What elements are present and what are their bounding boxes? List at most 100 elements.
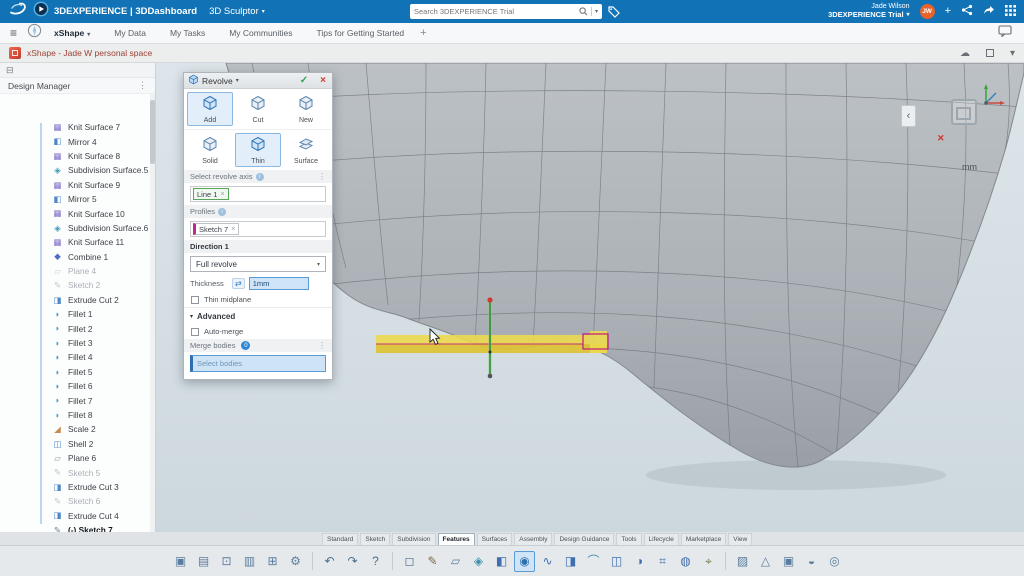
panel-scrollbar[interactable] [150,94,155,532]
revolve-tool-icon[interactable]: ◉ [514,551,535,572]
revolve-type-add-button[interactable]: Add [187,92,233,126]
profiles-selection-field[interactable]: Sketch 7× [190,221,326,237]
shell-tool-icon[interactable]: ◫ [606,551,627,572]
tree-item-knit-surface-8[interactable]: ▦Knit Surface 8 [0,149,149,163]
tree-item-fillet-6[interactable]: ◗Fillet 6 [0,379,149,393]
tree-item-fillet-1[interactable]: ◗Fillet 1 [0,307,149,321]
3ds-logo-icon[interactable] [8,1,30,22]
section-tool-icon[interactable]: ▨ [732,551,753,572]
bottom-tab-lifecycle[interactable]: Lifecycle [644,533,679,545]
auto-merge-checkbox[interactable] [191,328,199,336]
plane-tool-icon[interactable]: ▱ [445,551,466,572]
scrollbar-thumb[interactable] [150,100,155,164]
tree-item-fillet-5[interactable]: ◗Fillet 5 [0,365,149,379]
tree-item-plane-6[interactable]: ▱Plane 6 [0,451,149,465]
axis-endpoint-top[interactable] [487,297,492,302]
camera-tool-icon[interactable]: ▣ [778,551,799,572]
redo-icon[interactable]: ↷ [342,551,363,572]
bottom-tab-assembly[interactable]: Assembly [514,533,552,545]
sketch-tool-icon[interactable]: ✎ [422,551,443,572]
app-title[interactable]: 3D Sculptor▾ [209,6,265,17]
thin-midplane-checkbox[interactable] [191,296,199,304]
confirm-button[interactable]: ✓ [300,75,308,86]
tree-toggle-icon[interactable]: ⊟ [6,65,14,76]
search-bar[interactable]: ▾ [410,4,602,19]
axes-triad-icon[interactable] [978,81,1008,116]
collapse-icon[interactable]: ▾ [1010,48,1015,59]
tree-item-sketch-6[interactable]: ✎Sketch 6 [0,494,149,508]
cloud-sync-icon[interactable]: ☁ [960,48,970,59]
search-input[interactable] [414,7,579,16]
tree-item-shell-2[interactable]: ◫Shell 2 [0,437,149,451]
tree-item-subdivision-surface-6[interactable]: ◈Subdivision Surface.6 [0,221,149,235]
tag-icon[interactable] [608,5,620,23]
tree-item-knit-surface-7[interactable]: ▦Knit Surface 7 [0,120,149,134]
tree-item-fillet-2[interactable]: ◗Fillet 2 [0,321,149,335]
tree-item-sketch-7[interactable]: ✎(-) Sketch 7 [0,523,149,532]
tree-item-fillet-3[interactable]: ◗Fillet 3 [0,336,149,350]
axis-chip[interactable]: Line 1× [193,188,229,200]
compass-play-icon[interactable] [33,1,49,22]
tree-item-knit-surface-11[interactable]: ▦Knit Surface 11 [0,235,149,249]
tree-item-extrude-cut-2[interactable]: ◨Extrude Cut 2 [0,293,149,307]
tree-item-extrude-cut-3[interactable]: ◨Extrude Cut 3 [0,480,149,494]
user-info[interactable]: Jade Wilson 3DEXPERIENCE Trial▾ [828,3,909,20]
display-tool-icon[interactable]: △ [755,551,776,572]
combine-tool-icon[interactable]: ◍ [675,551,696,572]
remove-chip-icon[interactable]: × [231,226,235,233]
revolve-mode-thin-button[interactable]: Thin [235,133,281,167]
revolve-mode-surface-button[interactable]: Surface [283,133,329,167]
sweep-tool-icon[interactable]: ∿ [537,551,558,572]
help-icon[interactable]: ? [365,551,386,572]
compass-icon[interactable] [27,23,42,43]
extrude-tool-icon[interactable]: ◧ [491,551,512,572]
info-icon[interactable]: i [256,173,264,181]
tree-item-mirror-5[interactable]: ◧Mirror 5 [0,192,149,206]
mirror-tool-icon[interactable]: ◑ [629,551,650,572]
view-settings-icon[interactable]: ◎ [824,551,845,572]
bottom-tab-features[interactable]: Features [438,533,475,545]
axis-selection-field[interactable]: Line 1× [190,186,326,202]
dialog-titlebar[interactable]: Revolve ▾ ✓ × [184,73,332,89]
tree-item-fillet-7[interactable]: ◗Fillet 7 [0,393,149,407]
new-sheet-icon[interactable]: ▤ [193,551,214,572]
save-icon[interactable]: ⊡ [216,551,237,572]
chevron-down-icon[interactable]: ▾ [236,77,239,84]
maximize-icon[interactable] [986,49,994,57]
share-icon[interactable] [961,3,973,21]
measure-tool-icon[interactable]: ⌖ [698,551,719,572]
remove-chip-icon[interactable]: × [220,191,224,198]
revolve-type-select[interactable]: Full revolve ▾ [190,256,326,272]
tree-item-extrude-cut-4[interactable]: ◨Extrude Cut 4 [0,509,149,523]
menu-item-my-tasks[interactable]: My Tasks [170,28,205,38]
add-content-icon[interactable]: + [945,6,951,17]
avatar[interactable]: JW [920,4,935,19]
select-icon[interactable]: ◻ [399,551,420,572]
panel-menu-icon[interactable]: ⋮ [138,80,147,91]
bottom-tab-sketch[interactable]: Sketch [360,533,390,545]
bottom-tab-surfaces[interactable]: Surfaces [477,533,513,545]
bottom-tab-marketplace[interactable]: Marketplace [681,533,726,545]
view-indicator-icon[interactable] [951,99,977,125]
tree-item-plane-4[interactable]: ▱Plane 4 [0,264,149,278]
bottom-tab-standard[interactable]: Standard [322,533,358,545]
tree-item-sketch-2[interactable]: ✎Sketch 2 [0,278,149,292]
bottom-tab-tools[interactable]: Tools [616,533,641,545]
bottom-tab-subdivision[interactable]: Subdivision [392,533,435,545]
search-icon[interactable] [579,3,588,21]
close-button[interactable]: × [320,75,326,86]
tree-item-scale-2[interactable]: ◢Scale 2 [0,422,149,436]
collapse-tools-chevron[interactable]: ‹ [901,105,916,127]
view-grid-icon[interactable]: ⊞ [262,551,283,572]
print-icon[interactable]: ▥ [239,551,260,572]
appearance-tool-icon[interactable]: ◒ [801,551,822,572]
tree-item-sketch-5[interactable]: ✎Sketch 5 [0,465,149,479]
pattern-tool-icon[interactable]: ⌗ [652,551,673,572]
bottom-tab-view[interactable]: View [728,533,752,545]
subdivision-tool-icon[interactable]: ◈ [468,551,489,572]
apps-grid-icon[interactable] [1005,3,1016,21]
tree-item-fillet-4[interactable]: ◗Fillet 4 [0,350,149,364]
flip-direction-icon[interactable]: ⇄ [232,278,245,289]
bottom-tab-design-guidance[interactable]: Design Guidance [554,533,614,545]
tree-rollback-bar[interactable] [40,123,42,524]
